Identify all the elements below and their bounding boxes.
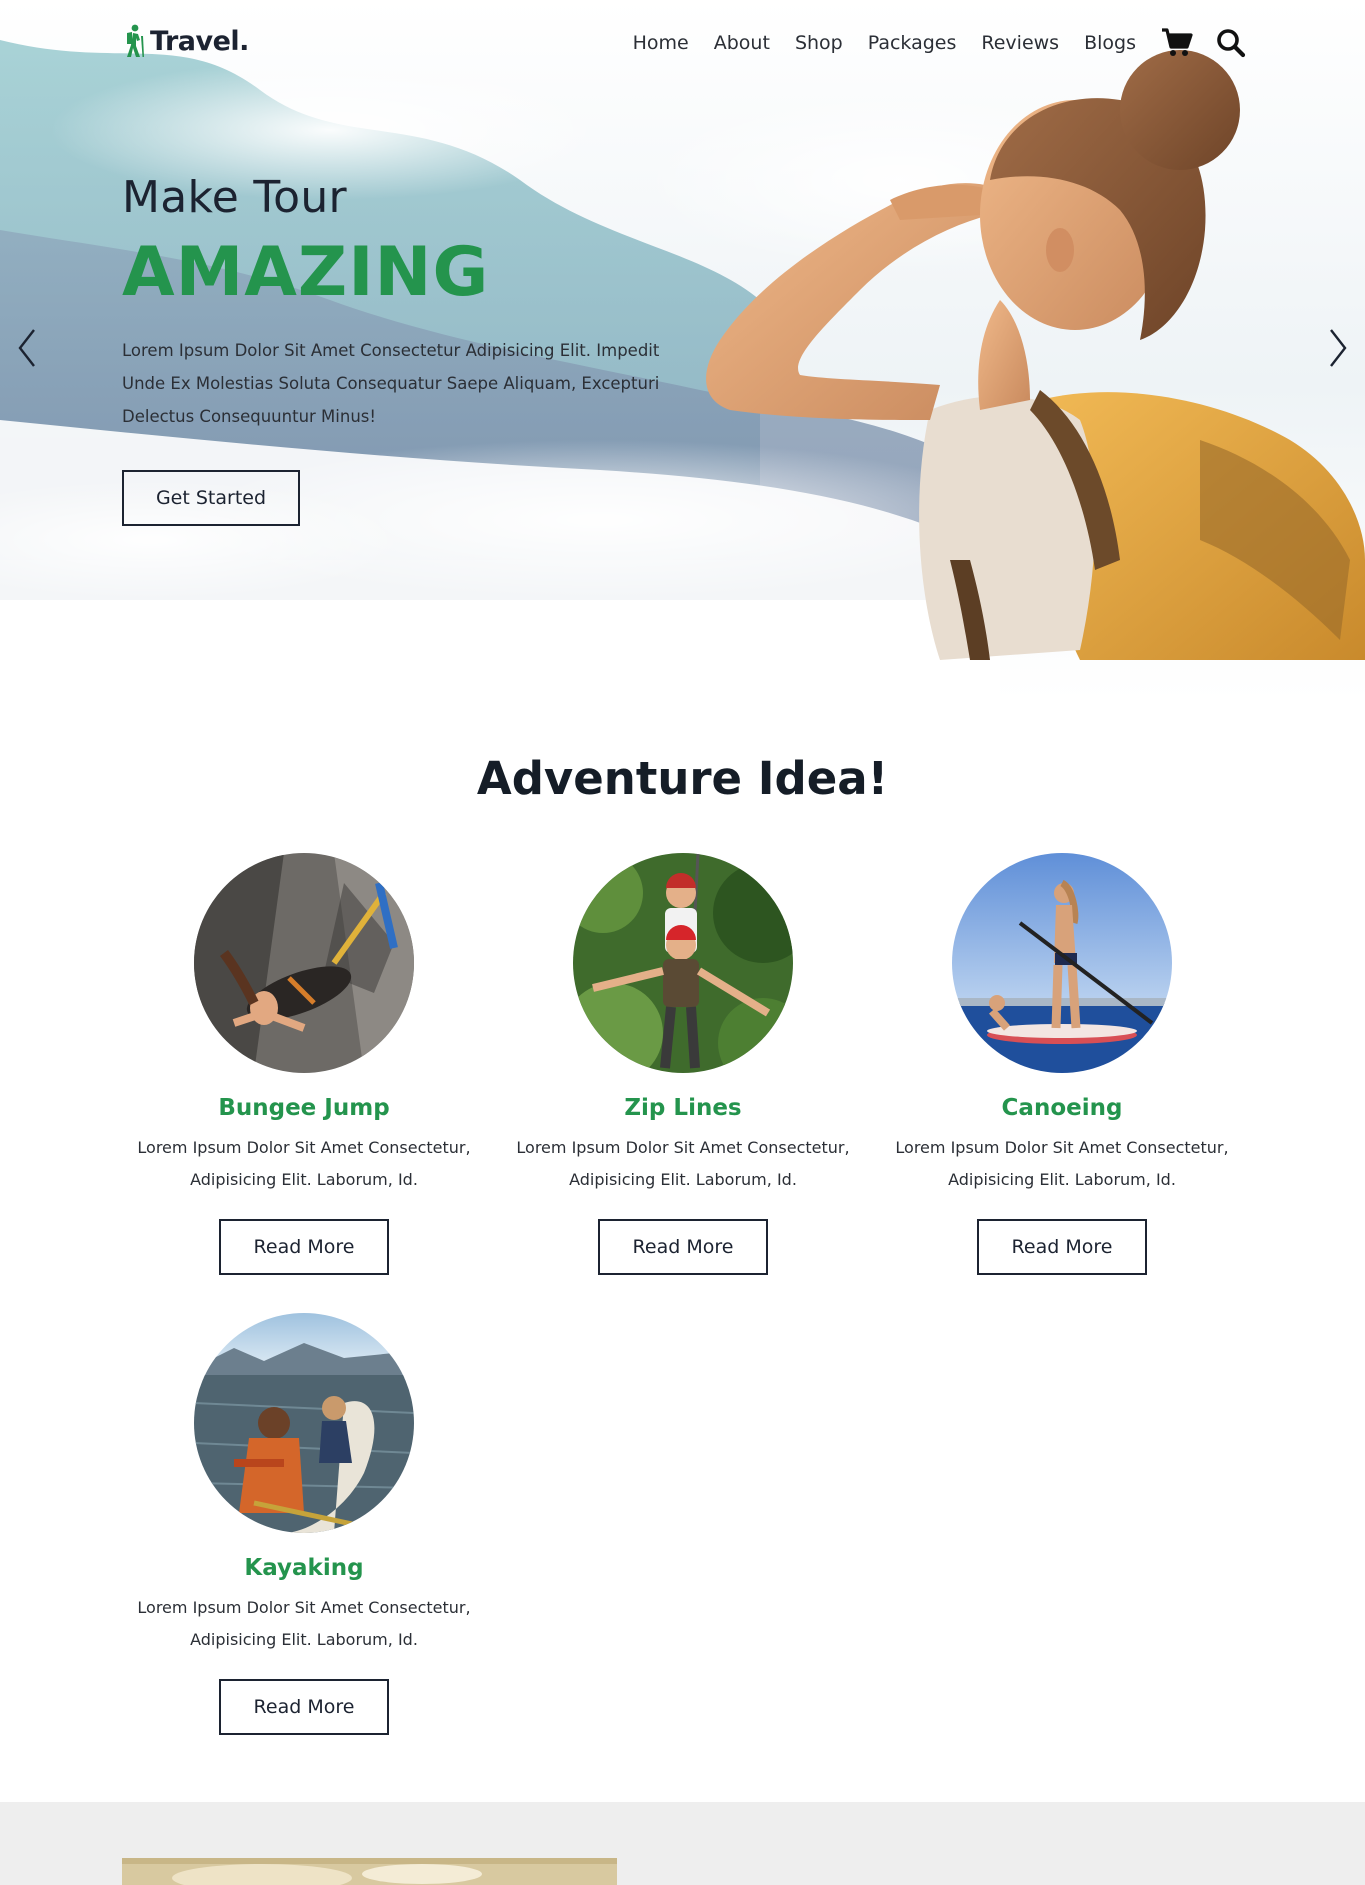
card-description: Lorem Ipsum Dolor Sit Amet Consectetur, … — [895, 1138, 1229, 1189]
hero-section: Travel. Home About Shop Packages Reviews… — [0, 0, 1365, 700]
adventure-card-canoeing: Canoeing Lorem Ipsum Dolor Sit Amet Cons… — [877, 853, 1247, 1275]
section-preview-image — [122, 1858, 617, 1885]
adventure-card-kayaking: Kayaking Lorem Ipsum Dolor Sit Amet Cons… — [119, 1313, 489, 1735]
card-title: Zip Lines — [624, 1095, 742, 1121]
get-started-button[interactable]: Get Started — [122, 470, 300, 526]
card-title: Kayaking — [244, 1555, 364, 1581]
nav-item-shop[interactable]: Shop — [795, 24, 843, 62]
hero-content: Make Tour AMAZING Lorem Ipsum Dolor Sit … — [122, 172, 682, 433]
nav-item-about[interactable]: About — [714, 24, 770, 62]
read-more-button[interactable]: Read More — [598, 1219, 768, 1275]
hero-title: AMAZING — [122, 233, 490, 312]
slider-prev-arrow[interactable] — [12, 326, 42, 370]
hiker-icon — [127, 24, 144, 57]
read-more-button[interactable]: Read More — [219, 1679, 389, 1735]
hero-subtitle: Make Tour — [122, 172, 347, 223]
nav-item-packages[interactable]: Packages — [868, 24, 957, 62]
slider-next-arrow[interactable] — [1323, 326, 1353, 370]
card-description: Lorem Ipsum Dolor Sit Amet Consectetur, … — [137, 1138, 471, 1189]
adventure-card-zip-lines: Zip Lines Lorem Ipsum Dolor Sit Amet Con… — [498, 853, 868, 1275]
card-description: Lorem Ipsum Dolor Sit Amet Consectetur, … — [137, 1598, 471, 1649]
card-title: Canoeing — [1001, 1095, 1123, 1121]
chevron-right-icon — [1330, 329, 1347, 367]
canoeing-image — [952, 853, 1172, 1073]
site-header: Travel. Home About Shop Packages Reviews… — [0, 0, 1365, 86]
kayaking-image — [194, 1313, 414, 1533]
logo-text: Travel. — [150, 25, 249, 57]
nav-item-home[interactable]: Home — [633, 24, 689, 62]
card-title: Bungee Jump — [218, 1095, 390, 1121]
next-section-band — [0, 1802, 1365, 1885]
read-more-button[interactable]: Read More — [219, 1219, 389, 1275]
bungee-jump-image — [194, 853, 414, 1073]
nav-item-reviews[interactable]: Reviews — [981, 24, 1059, 62]
search-icon[interactable] — [1215, 27, 1247, 59]
adventure-section-title: Adventure Idea! — [476, 752, 889, 805]
logo[interactable]: Travel. — [122, 24, 249, 58]
chevron-left-icon — [18, 329, 35, 367]
zip-lines-image — [573, 853, 793, 1073]
adventure-card-bungee-jump: Bungee Jump Lorem Ipsum Dolor Sit Amet C… — [119, 853, 489, 1275]
main-nav: Home About Shop Packages Reviews Blogs — [633, 24, 1365, 62]
nav-item-blogs[interactable]: Blogs — [1084, 24, 1136, 62]
cart-icon[interactable] — [1161, 27, 1193, 59]
hero-description: Lorem Ipsum Dolor Sit Amet Consectetur A… — [122, 341, 660, 426]
card-description: Lorem Ipsum Dolor Sit Amet Consectetur, … — [516, 1138, 850, 1189]
read-more-button[interactable]: Read More — [977, 1219, 1147, 1275]
